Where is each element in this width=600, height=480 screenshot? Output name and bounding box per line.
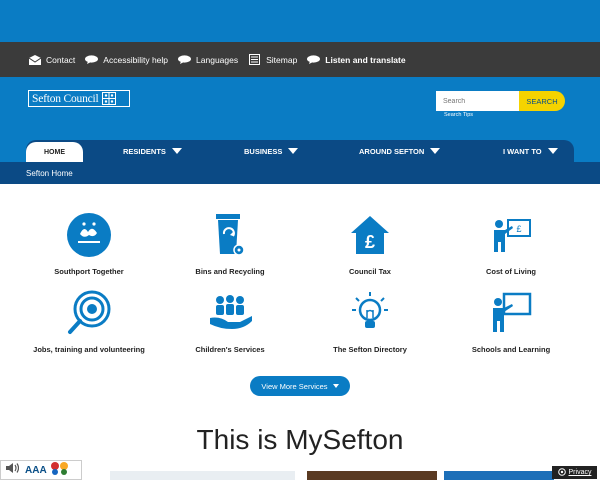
lightbulb-icon: [347, 290, 393, 336]
service-childrens-services[interactable]: Children's Services: [155, 290, 305, 354]
search-input[interactable]: [436, 91, 520, 111]
sitemap-label: Sitemap: [266, 54, 298, 65]
nav-tab-residents[interactable]: RESIDENTS: [123, 140, 182, 162]
svg-text:£: £: [516, 224, 521, 234]
promo-image[interactable]: [444, 471, 554, 480]
chevron-down-icon: [430, 148, 441, 154]
service-sefton-directory[interactable]: The Sefton Directory: [295, 290, 445, 354]
page-headline: This is MySefton: [196, 424, 404, 455]
service-label: Southport Together: [54, 267, 124, 276]
privacy-link[interactable]: Privacy: [552, 466, 597, 479]
wheelie-bin-icon: [207, 212, 253, 258]
sefton-council-logo[interactable]: Sefton Council: [28, 90, 130, 107]
nav-tab-i-want-to[interactable]: I WANT TO: [503, 140, 558, 162]
service-label: Cost of Living: [486, 267, 536, 276]
service-southport-together[interactable]: Southport Together: [14, 212, 164, 276]
nav-label: AROUND SEFTON: [359, 146, 425, 156]
privacy-icon: [557, 467, 566, 478]
view-more-label: View More Services: [261, 381, 328, 391]
languages-link[interactable]: Languages: [178, 54, 238, 65]
search-tips-link[interactable]: Search Tips: [444, 112, 473, 118]
house-pound-icon: £: [347, 212, 393, 258]
promo-image[interactable]: [307, 471, 437, 480]
service-label: The Sefton Directory: [333, 345, 407, 354]
crest-icon: [101, 92, 116, 105]
envelope-icon: [28, 54, 41, 65]
service-label: Schools and Learning: [471, 345, 551, 354]
site-header: Sefton Council SEARCH Search Tips HOME R…: [0, 77, 600, 184]
magnifier-target-icon: [66, 290, 112, 336]
listen-translate-label: Listen and translate: [325, 54, 406, 65]
nav-label: RESIDENTS: [123, 146, 166, 156]
accessibility-help-label: Accessibility help: [103, 54, 169, 65]
speaker-icon: [5, 461, 20, 479]
top-banner: [0, 0, 600, 42]
nav-label: BUSINESS: [244, 146, 283, 156]
languages-label: Languages: [196, 54, 239, 65]
teacher-board-icon: [488, 290, 534, 336]
service-cost-of-living[interactable]: £ Cost of Living: [436, 212, 586, 276]
chevron-down-icon: [288, 148, 299, 154]
chevron-down-icon: [171, 148, 182, 154]
accessibility-toolbar[interactable]: AAA: [0, 460, 82, 480]
speech-bubble-icon: [178, 54, 192, 65]
service-schools-learning[interactable]: Schools and Learning: [436, 290, 586, 354]
chevron-down-icon: [547, 148, 558, 154]
promo-image[interactable]: [110, 471, 295, 480]
privacy-label: Privacy: [568, 469, 592, 476]
contact-link[interactable]: Contact: [28, 54, 75, 65]
speech-bubble-icon: [307, 54, 321, 65]
service-council-tax[interactable]: £ Council Tax: [295, 212, 445, 276]
nav-label: I WANT TO: [503, 146, 542, 156]
service-label: Children's Services: [195, 345, 265, 354]
service-label: Bins and Recycling: [195, 267, 265, 276]
breadcrumb-bar: Sefton Home: [0, 162, 600, 184]
southport-together-logo-icon: [66, 212, 112, 258]
nav-tab-business[interactable]: BUSINESS: [244, 140, 299, 162]
accessibility-help-link[interactable]: Accessibility help: [85, 54, 168, 65]
service-label: Jobs, training and volunteering: [33, 345, 145, 354]
listen-translate-link[interactable]: Listen and translate: [307, 54, 406, 65]
service-label: Council Tax: [349, 267, 391, 276]
text-size-label: AAA: [25, 464, 47, 476]
contact-label: Contact: [46, 54, 76, 65]
service-jobs-training-volunteering[interactable]: Jobs, training and volunteering: [14, 290, 164, 354]
people-hand-icon: [207, 290, 253, 336]
main-nav: HOME RESIDENTS BUSINESS AROUND SEFTON I …: [26, 140, 574, 162]
language-flags-icon: [50, 461, 70, 480]
search-button[interactable]: SEARCH: [519, 91, 565, 111]
svg-text:£: £: [365, 232, 375, 252]
logo-text: Sefton Council: [32, 92, 99, 105]
sitemap-link[interactable]: Sitemap: [248, 54, 297, 65]
chevron-down-icon: [332, 384, 339, 388]
utility-bar: Contact Accessibility help Languages Sit…: [0, 42, 600, 77]
sitemap-icon: [248, 54, 261, 65]
nav-tab-around-sefton[interactable]: AROUND SEFTON: [359, 140, 441, 162]
nav-tab-home[interactable]: HOME: [26, 142, 83, 162]
speech-bubble-icon: [85, 54, 99, 65]
presenter-pound-board-icon: £: [488, 212, 534, 258]
view-more-services-button[interactable]: View More Services: [250, 376, 350, 396]
breadcrumb[interactable]: Sefton Home: [26, 169, 73, 178]
service-bins-recycling[interactable]: Bins and Recycling: [155, 212, 305, 276]
